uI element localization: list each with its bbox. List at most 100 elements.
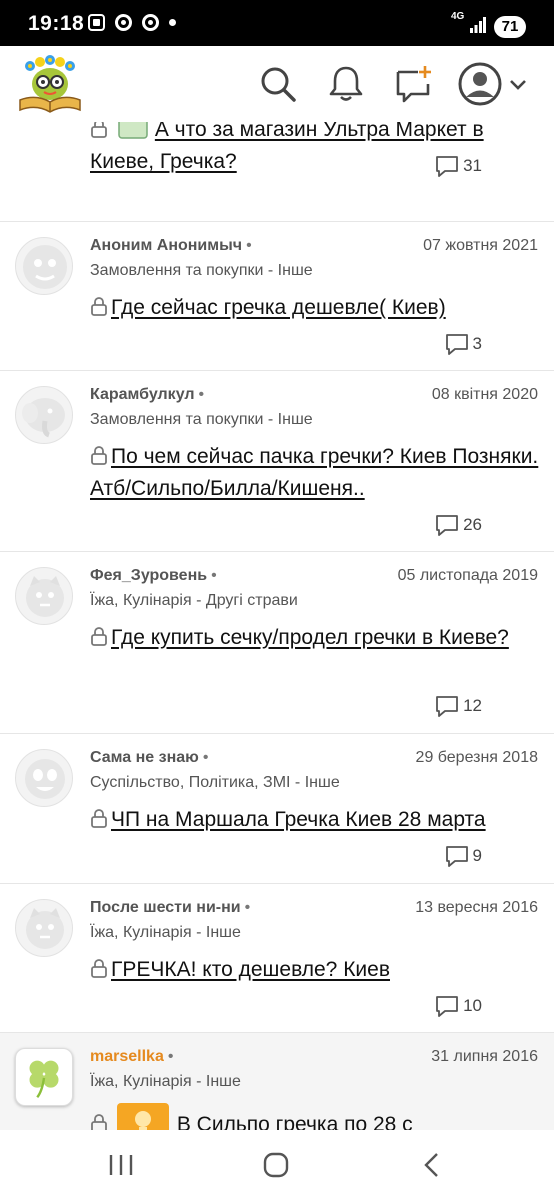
comment-icon	[445, 334, 468, 355]
topic-title: В Сильпо гречка по 28 с	[90, 1103, 540, 1130]
elephant-avatar-icon	[22, 398, 65, 438]
post-date: 08 квітня 2020	[431, 386, 538, 403]
topic-category[interactable]: Їжа, Кулінарія - Другі страви	[90, 592, 298, 610]
reply-count-value: 31	[463, 156, 482, 175]
topic-item[interactable]: Сама не знаю • 29 березня 2018 Суспільств…	[0, 734, 554, 884]
anonymous-avatar-icon	[23, 245, 67, 289]
topic-title: ГРЕЧКА! кто дешевле? Киев	[90, 954, 540, 986]
chrome-icon	[115, 14, 132, 31]
topic-category[interactable]: Їжа, Кулінарія - Інше	[90, 1073, 241, 1091]
post-date: 05 листопада 2019	[397, 567, 538, 584]
topic-category[interactable]: Замовлення та покупки - Інше	[90, 262, 313, 280]
reply-count: 10	[434, 994, 482, 1018]
topic-item[interactable]: Карамбулкул • 08 квітня 2020 Замовлення т…	[0, 371, 554, 552]
topic-item[interactable]: А что за магазин Ультра Маркет в Киеве, …	[0, 122, 554, 222]
bell-icon[interactable]	[324, 62, 368, 106]
topic-link[interactable]: ГРЕЧКА! кто дешевле? Киев	[111, 958, 390, 981]
author-name-text: Сама не знаю	[90, 749, 199, 766]
topic-category[interactable]: Суспільство, Політика, ЗМІ - Інше	[90, 774, 340, 792]
clover-avatar-icon	[29, 1060, 59, 1099]
author-name[interactable]: Аноним Анонимыч •	[90, 237, 252, 255]
author-name-text: Карамбулкул	[90, 386, 195, 403]
topic-title: Где купить сечку/продел гречки в Киеве?	[90, 622, 540, 654]
user-avatar-icon[interactable]	[458, 62, 530, 106]
post-date: 29 березня 2018	[415, 749, 538, 766]
separator-dot: •	[211, 567, 217, 584]
avatar[interactable]	[15, 749, 73, 807]
comment-icon	[436, 696, 458, 717]
topic-link[interactable]: Где сейчас гречка дешевле( Киев)	[111, 296, 446, 319]
topic-item[interactable]: После шести ни-ни • 13 вересня 2016 Їжа, …	[0, 884, 554, 1033]
cat-avatar-icon	[26, 576, 64, 617]
comment-icon	[436, 996, 458, 1017]
post-date: 07 жовтня 2021	[423, 237, 538, 254]
topic-title: По чем сейчас пачка гречки? Киев Позняки…	[90, 441, 540, 505]
search-icon[interactable]	[256, 62, 300, 106]
recent-apps-icon[interactable]	[101, 1150, 141, 1180]
author-name[interactable]: Фея_Зуровень •	[90, 567, 217, 585]
topic-link[interactable]: По чем сейчас пачка гречки? Киев Позняки…	[90, 445, 538, 500]
reply-count: 9	[444, 844, 482, 868]
author-name-text: marsellka	[90, 1048, 164, 1065]
system-navigation-bar	[0, 1130, 554, 1200]
chrome-icon-2	[142, 14, 159, 31]
avatar[interactable]	[15, 237, 73, 295]
author-name[interactable]: Карамбулкул •	[90, 386, 204, 404]
topic-link[interactable]: Где купить сечку/продел гречки в Киеве?	[111, 626, 509, 649]
topic-item[interactable]: Аноним Анонимыч • 07 жовтня 2021 Замовлен…	[0, 222, 554, 371]
reply-count-value: 10	[463, 996, 482, 1015]
battery-indicator: 71	[494, 16, 526, 38]
topic-category[interactable]: Замовлення та покупки - Інше	[90, 411, 313, 429]
lock-icon	[91, 809, 107, 828]
comment-icon	[445, 846, 468, 867]
topic-feed: А что за магазин Ультра Маркет в Киеве, …	[0, 122, 554, 1130]
comment-icon	[436, 515, 458, 536]
avatar[interactable]	[15, 386, 73, 444]
cat-avatar-icon	[26, 908, 64, 949]
topic-title: ЧП на Маршала Гречка Киев 28 марта	[90, 804, 540, 836]
reply-count-value: 26	[463, 515, 482, 534]
separator-dot: •	[167, 1048, 174, 1065]
app-header	[0, 46, 554, 122]
reply-count-value: 12	[463, 696, 482, 715]
topic-link[interactable]: В Сильпо гречка по 28 с	[177, 1113, 413, 1130]
avatar[interactable]	[15, 567, 73, 625]
lock-icon	[91, 627, 107, 646]
author-name[interactable]: После шести ни-ни •	[90, 899, 250, 917]
lock-icon	[91, 297, 107, 316]
screenshot-icon	[88, 14, 105, 31]
network-type: 4G	[451, 11, 465, 22]
author-name[interactable]: marsellka •	[90, 1048, 173, 1066]
topic-link[interactable]: ЧП на Маршала Гречка Киев 28 марта	[111, 808, 486, 831]
lock-icon	[91, 1114, 107, 1130]
reply-count: 3	[444, 332, 482, 356]
topic-item[interactable]: Фея_Зуровень • 05 листопада 2019 Їжа, Кул…	[0, 552, 554, 734]
lightbulb-emoji-icon	[116, 1103, 169, 1130]
status-time: 19:18	[28, 12, 85, 35]
author-name-text: Фея_Зуровень	[90, 567, 208, 584]
reply-count-value: 9	[472, 846, 482, 865]
reply-count: 26	[434, 513, 482, 537]
author-name-text: Аноним Анонимыч	[90, 237, 243, 254]
topic-title: Где сейчас гречка дешевле( Киев)	[90, 292, 540, 324]
topic-item[interactable]: marsellka • 31 липня 2016 Їжа, Кулінарія …	[0, 1033, 554, 1130]
smiley-avatar-icon	[25, 759, 65, 799]
signal-icon	[470, 17, 486, 33]
separator-dot: •	[244, 899, 251, 916]
post-date: 13 вересня 2016	[415, 899, 538, 916]
forum-logo-icon[interactable]	[16, 54, 84, 114]
new-message-icon[interactable]	[392, 62, 436, 106]
lock-icon	[91, 959, 107, 978]
author-name[interactable]: Сама не знаю •	[90, 749, 208, 767]
home-icon[interactable]	[256, 1150, 296, 1180]
more-notifications-icon	[169, 19, 176, 26]
avatar[interactable]	[15, 1048, 73, 1106]
separator-dot: •	[202, 749, 209, 766]
back-icon[interactable]	[412, 1150, 452, 1180]
topic-category[interactable]: Їжа, Кулінарія - Інше	[90, 924, 241, 942]
avatar[interactable]	[15, 899, 73, 957]
separator-dot: •	[246, 237, 252, 254]
reply-count: 31	[434, 154, 482, 178]
lock-icon	[91, 446, 107, 465]
status-notification-icons	[88, 14, 176, 31]
